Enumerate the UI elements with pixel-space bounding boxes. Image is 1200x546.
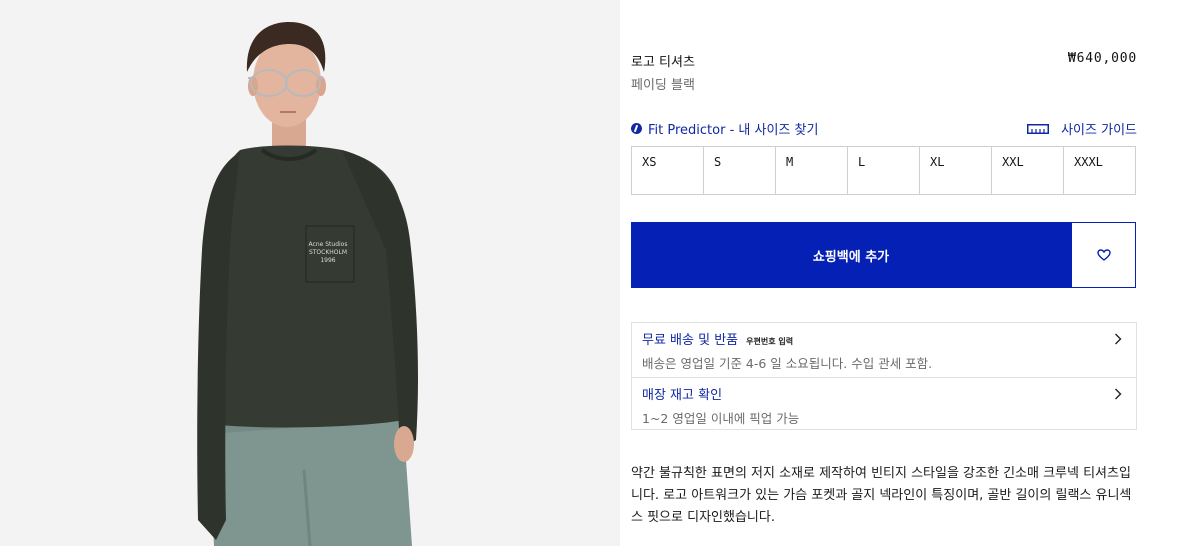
product-price: ₩640,000	[1067, 51, 1137, 66]
product-description: 약간 불규칙한 표면의 저지 소재로 제작하여 빈티지 스타일을 강조한 긴소매…	[631, 466, 1132, 525]
size-guide-link[interactable]: 사이즈 가이드	[1027, 119, 1137, 138]
print-line-1: Acne Studios	[309, 241, 348, 248]
cart-row: 쇼핑백에 추가	[631, 222, 1136, 288]
size-selector: XS S M L XL XXL XXXL	[631, 146, 1136, 195]
fit-row: Fit Predictor - 내 사이즈 찾기 사이즈 가이드	[631, 119, 1137, 138]
product-image[interactable]: Acne Studios STOCKHOLM 1996	[0, 0, 620, 546]
shipping-info[interactable]: 무료 배송 및 반품 우편번호 입력 배송은 영업일 기준 4-6 일 소요됩니…	[632, 323, 1136, 377]
size-option-xs[interactable]: XS	[632, 147, 704, 194]
chevron-right-icon	[1115, 388, 1122, 400]
size-option-xxxl[interactable]: XXXL	[1064, 147, 1135, 194]
heart-icon	[1096, 249, 1111, 261]
fit-predictor-link[interactable]: Fit Predictor - 내 사이즈 찾기	[631, 119, 818, 138]
product-details: 로고 티셔츠 ₩640,000 페이딩 블랙 Fit Predictor - 내…	[631, 0, 1137, 546]
size-guide-label: 사이즈 가이드	[1061, 123, 1137, 138]
model-photo: Acne Studios STOCKHOLM 1996	[197, 22, 418, 546]
product-name: 로고 티셔츠	[631, 55, 695, 70]
info-box: 무료 배송 및 반품 우편번호 입력 배송은 영업일 기준 4-6 일 소요됩니…	[631, 322, 1137, 430]
size-option-m[interactable]: M	[776, 147, 848, 194]
store-stock-info[interactable]: 매장 재고 확인 1~2 영업일 이내에 픽업 가능	[632, 377, 1136, 431]
ruler-icon	[1027, 123, 1050, 134]
shipping-title-row: 무료 배송 및 반품 우편번호 입력	[642, 329, 1126, 348]
wishlist-button[interactable]	[1071, 222, 1136, 288]
shipping-title: 무료 배송 및 반품	[642, 333, 739, 348]
add-to-bag-button[interactable]: 쇼핑백에 추가	[631, 222, 1071, 288]
size-option-s[interactable]: S	[704, 147, 776, 194]
title-row: 로고 티셔츠 ₩640,000	[631, 51, 1137, 70]
size-option-xxl[interactable]: XXL	[992, 147, 1064, 194]
print-line-3: 1996	[320, 257, 335, 264]
size-option-xl[interactable]: XL	[920, 147, 992, 194]
fit-predictor-icon	[631, 123, 642, 134]
stock-title: 매장 재고 확인	[642, 388, 723, 403]
fit-predictor-label: Fit Predictor - 내 사이즈 찾기	[648, 123, 819, 138]
product-color: 페이딩 블랙	[631, 78, 695, 93]
size-option-l[interactable]: L	[848, 147, 920, 194]
chevron-right-icon	[1115, 333, 1122, 345]
stock-desc: 1~2 영업일 이내에 픽업 가능	[642, 411, 800, 426]
print-line-2: STOCKHOLM	[309, 249, 347, 256]
shipping-desc: 배송은 영업일 기준 4-6 일 소요됩니다. 수입 관세 포함.	[642, 356, 933, 371]
postcode-link[interactable]: 우편번호 입력	[746, 336, 793, 347]
